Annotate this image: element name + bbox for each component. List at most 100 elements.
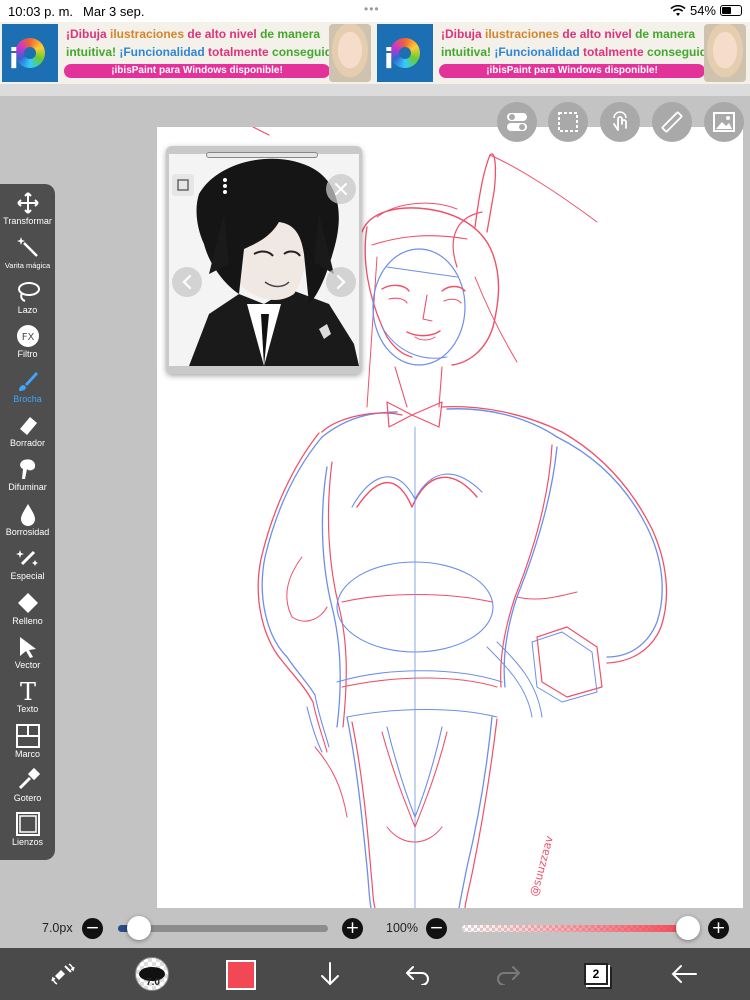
blur-drop-icon	[15, 501, 41, 527]
tool-label: Especial	[10, 571, 45, 582]
reference-prev-button[interactable]	[172, 267, 202, 297]
multitask-dots-icon[interactable]: •••	[364, 2, 380, 16]
tool-eyedropper[interactable]: Gotero	[0, 767, 55, 811]
lasso-icon	[15, 279, 41, 305]
tool-palette: Transformar Varita mágica Lazo FX Filtro Broc…	[0, 184, 55, 860]
selection-icon	[558, 112, 578, 132]
tool-magic-wand[interactable]: Varita mágica	[0, 234, 55, 278]
wifi-icon	[670, 4, 686, 16]
ad-character-image	[329, 24, 371, 82]
ad-headline-line2: intuitiva! ¡Funcionalidad totalmente con…	[66, 45, 343, 59]
tool-label: Lazo	[17, 304, 38, 315]
ad-cta-pill[interactable]: ¡ibisPaint para Windows disponible!	[64, 64, 330, 78]
brush-preview-size: 7.0	[146, 977, 160, 988]
layer-toggle-button[interactable]	[497, 102, 537, 142]
tool-vector[interactable]: Vector	[0, 634, 55, 678]
tool-label: Difuminar	[8, 482, 47, 493]
ad-headline-line1: ¡Dibuja ilustraciones de alto nivel de m…	[441, 27, 696, 41]
tool-label: Texto	[16, 704, 39, 715]
opacity-slider[interactable]	[462, 925, 688, 932]
opacity-increase-button[interactable]: +	[708, 918, 729, 939]
tool-canvas[interactable]: Lienzos	[0, 811, 55, 855]
brush-icon	[15, 368, 41, 394]
ad-cta-pill[interactable]: ¡ibisPaint para Windows disponible!	[439, 64, 705, 78]
touch-button[interactable]	[600, 102, 640, 142]
tool-eraser[interactable]: Borrador	[0, 412, 55, 456]
tool-lasso[interactable]: Lazo	[0, 279, 55, 323]
reference-menu-button[interactable]	[218, 176, 232, 196]
ruler-button[interactable]	[652, 102, 692, 142]
tool-brush[interactable]: Brocha	[0, 368, 55, 412]
status-date: Mar 3 sep.	[83, 3, 145, 19]
frame-icon	[15, 723, 41, 749]
ad-headline-line2: intuitiva! ¡Funcionalidad totalmente con…	[441, 45, 718, 59]
reference-image-icon	[713, 112, 735, 132]
brush-preview-button[interactable]: 7.0	[135, 957, 169, 991]
tool-frame[interactable]: Marco	[0, 723, 55, 767]
ad-unit[interactable]: i ¡Dibuja ilustraciones de alto nivel de…	[375, 22, 750, 84]
tool-fill[interactable]: Relleno	[0, 590, 55, 634]
ad-unit[interactable]: i ¡Dibuja ilustraciones de alto nivel de…	[0, 22, 375, 84]
tool-blur-drop[interactable]: Borrosidad	[0, 501, 55, 545]
opacity-slider-thumb[interactable]	[676, 916, 700, 940]
reference-next-button[interactable]	[326, 267, 356, 297]
transform-icon	[15, 190, 41, 216]
brush-size-increase-button[interactable]: +	[342, 918, 363, 939]
status-bar: 10:03 p. m. Mar 3 sep. ••• 54%	[0, 0, 750, 22]
undo-icon	[406, 966, 429, 985]
tool-label: Lienzos	[11, 837, 44, 848]
close-icon	[335, 183, 347, 195]
tool-label: Varita mágica	[4, 261, 51, 271]
redo-button[interactable]	[490, 956, 526, 992]
tool-special[interactable]: Especial	[0, 545, 55, 589]
layers-button[interactable]: 2	[584, 963, 608, 985]
ibispaint-logo: i	[2, 24, 58, 82]
tool-label: Relleno	[12, 615, 43, 626]
undo-button[interactable]	[400, 956, 436, 992]
arrow-down-icon	[321, 962, 339, 986]
tool-swap-button[interactable]	[45, 956, 81, 992]
brush-eraser-swap-icon	[51, 963, 75, 985]
brush-size-decrease-button[interactable]: −	[82, 918, 103, 939]
crop-icon	[177, 179, 189, 191]
tool-label: Borrosidad	[5, 526, 50, 537]
reference-crop-button[interactable]	[172, 174, 194, 196]
down-arrow-button[interactable]	[312, 956, 348, 992]
chevron-left-icon	[182, 274, 192, 290]
reference-image-button[interactable]	[704, 102, 744, 142]
tool-label: Vector	[14, 659, 41, 670]
ibispaint-logo: i	[377, 24, 433, 82]
tool-label: Borrador	[9, 437, 45, 448]
filter-icon: FX	[15, 323, 41, 349]
text-icon: T	[15, 678, 41, 704]
ad-headline-line1: ¡Dibuja ilustraciones de alto nivel de m…	[66, 27, 321, 41]
brush-size-slider-thumb[interactable]	[127, 916, 151, 940]
tool-blur[interactable]: Difuminar	[0, 456, 55, 500]
brush-size-label: 7.0px	[42, 921, 73, 935]
redo-icon	[497, 966, 520, 985]
special-icon	[15, 545, 41, 571]
reference-drag-handle[interactable]	[206, 152, 318, 158]
more-vertical-icon	[223, 178, 227, 194]
svg-text:T: T	[19, 679, 35, 703]
tool-filter[interactable]: FX Filtro	[0, 323, 55, 367]
tool-transform[interactable]: Transformar	[0, 190, 55, 234]
vector-icon	[15, 634, 41, 660]
tool-label: Gotero	[13, 793, 42, 804]
selection-button[interactable]	[548, 102, 588, 142]
reference-close-button[interactable]	[326, 174, 356, 204]
artist-signature: @suuzzaav	[527, 834, 556, 898]
tool-label: Filtro	[17, 349, 38, 360]
arrow-left-icon	[671, 965, 697, 983]
slider-row: 7.0px − + 100% − +	[0, 912, 750, 944]
opacity-decrease-button[interactable]: −	[426, 918, 447, 939]
tool-text[interactable]: T Texto	[0, 678, 55, 722]
toolbar-separator	[0, 84, 750, 96]
toggle-icon	[507, 113, 527, 131]
color-swatch-button[interactable]	[226, 960, 256, 990]
reference-window[interactable]	[166, 146, 362, 374]
ad-banner[interactable]: i ¡Dibuja ilustraciones de alto nivel de…	[0, 22, 750, 84]
eyedropper-icon	[15, 767, 41, 793]
back-button[interactable]	[666, 956, 702, 992]
eraser-icon	[15, 412, 41, 438]
